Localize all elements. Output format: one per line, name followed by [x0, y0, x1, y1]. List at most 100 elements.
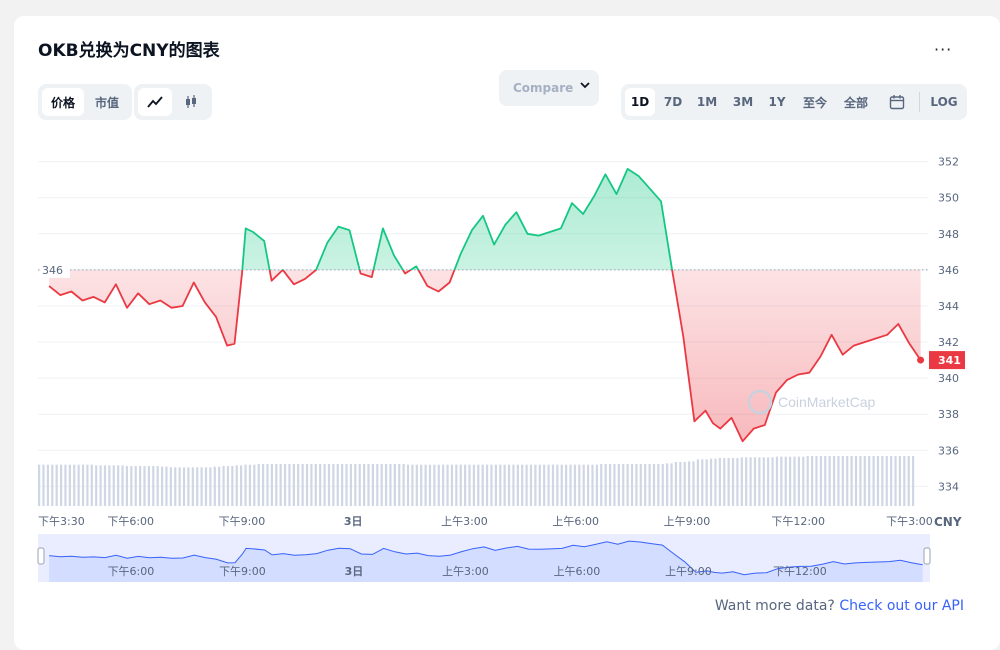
x-tick-label: 3日 [344, 515, 363, 528]
y-tick-label: 340 [938, 372, 959, 385]
volume-bar [626, 464, 629, 506]
api-footer: Want more data? Check out our API [715, 598, 964, 614]
volume-bar [455, 464, 458, 506]
volume-bar [591, 464, 594, 506]
volume-bar [209, 467, 212, 506]
volume-bar [261, 464, 265, 506]
volume-bar [327, 464, 331, 506]
volume-bar [639, 464, 642, 506]
volume-bar [876, 456, 880, 506]
volume-bar [283, 464, 287, 506]
volume-bar [652, 464, 656, 506]
navigator-tick-label: 上午9:00 [665, 565, 712, 578]
volume-bar [86, 464, 89, 506]
volume-bar [389, 464, 392, 506]
volume-bar [305, 464, 309, 506]
volume-bar [573, 464, 577, 506]
x-tick-label: 上午3:00 [441, 515, 488, 528]
volume-bar [868, 456, 871, 506]
volume-bar [608, 464, 612, 506]
volume-bar [358, 464, 361, 506]
navigator-handle [923, 547, 931, 565]
volume-bar [666, 463, 669, 506]
volume-bar [780, 456, 783, 506]
volume-bar [240, 465, 243, 506]
volume-bar [749, 457, 752, 506]
volume-bar [459, 464, 462, 506]
volume-bar [538, 464, 541, 506]
volume-bar [885, 456, 888, 506]
range-navigator[interactable]: 下午6:00 下午9:00 3日 上午3:00 上午6:00 上午9:00 下午12:00 [37, 534, 931, 582]
volume-bar [121, 465, 124, 506]
volume-bar [341, 464, 344, 506]
volume-bar [736, 458, 739, 506]
volume-bar [595, 464, 598, 506]
volume-bar [99, 465, 102, 506]
volume-bar [125, 466, 129, 506]
volume-bar [578, 464, 581, 506]
volume-bar [617, 464, 620, 506]
volume-bar [898, 456, 902, 506]
volume-bar [556, 464, 559, 506]
volume-bar [569, 464, 572, 506]
volume-bar [872, 456, 875, 506]
volume-bar [771, 457, 774, 506]
volume-bar [718, 458, 721, 506]
volume-bar [182, 467, 186, 506]
volume-bar [582, 464, 585, 506]
y-tick-label: 336 [938, 444, 959, 457]
volume-bar [42, 464, 45, 506]
volume-bar [824, 456, 827, 506]
volume-bar [420, 464, 423, 506]
volume-bar [692, 461, 695, 506]
volume-bar [226, 466, 230, 506]
volume-bar [367, 464, 370, 506]
volume-bar [762, 457, 765, 506]
volume-bar [314, 464, 317, 506]
volume-bar [248, 464, 252, 506]
volume-bar [64, 464, 67, 506]
y-tick-label: 350 [938, 192, 959, 205]
volume-bar [635, 464, 638, 506]
volume-bar [661, 464, 664, 506]
volume-bar [468, 464, 471, 506]
volume-bar [292, 464, 295, 506]
volume-bar [398, 464, 401, 506]
volume-bar [165, 466, 168, 506]
volume-bar [442, 464, 445, 506]
volume-bar [543, 464, 546, 506]
volume-bar [793, 456, 796, 506]
volume-bar [648, 464, 651, 506]
y-tick-label: 338 [938, 408, 959, 421]
volume-bar [657, 464, 660, 506]
volume-bar [529, 464, 533, 506]
volume-bar [95, 465, 98, 506]
volume-bar [507, 464, 511, 506]
navigator-tick-label: 下午6:00 [108, 565, 155, 578]
volume-bar [174, 467, 177, 506]
volume-bar [723, 458, 726, 506]
volume-bar [881, 456, 884, 506]
volume-bar [850, 456, 853, 506]
volume-bar [622, 464, 625, 506]
volume-bar [494, 464, 497, 506]
api-link[interactable]: Check out our API [839, 598, 964, 614]
y-tick-label: 342 [938, 336, 959, 349]
x-tick-label: 下午3:00 [886, 515, 933, 528]
volume-bar [143, 466, 146, 506]
volume-bar [775, 456, 779, 506]
volume-bar [301, 464, 304, 506]
volume-bar [600, 464, 603, 506]
volume-bar [560, 464, 563, 506]
volume-bar [222, 466, 225, 506]
volume-bar [108, 465, 111, 506]
volume-bar [371, 464, 374, 506]
watermark-text: CoinMarketCap [778, 394, 875, 410]
x-axis-labels: 下午3:30 下午6:00 下午9:00 3日 上午3:00 上午6:00 上午9:00 下午… [38, 515, 933, 528]
footer-text: Want more data? [714, 598, 835, 614]
navigator-tick-label: 上午6:00 [554, 565, 601, 578]
volume-bar [890, 456, 893, 506]
volume-bar [841, 456, 844, 506]
volume-bar [604, 464, 607, 506]
volume-bar [204, 467, 208, 506]
